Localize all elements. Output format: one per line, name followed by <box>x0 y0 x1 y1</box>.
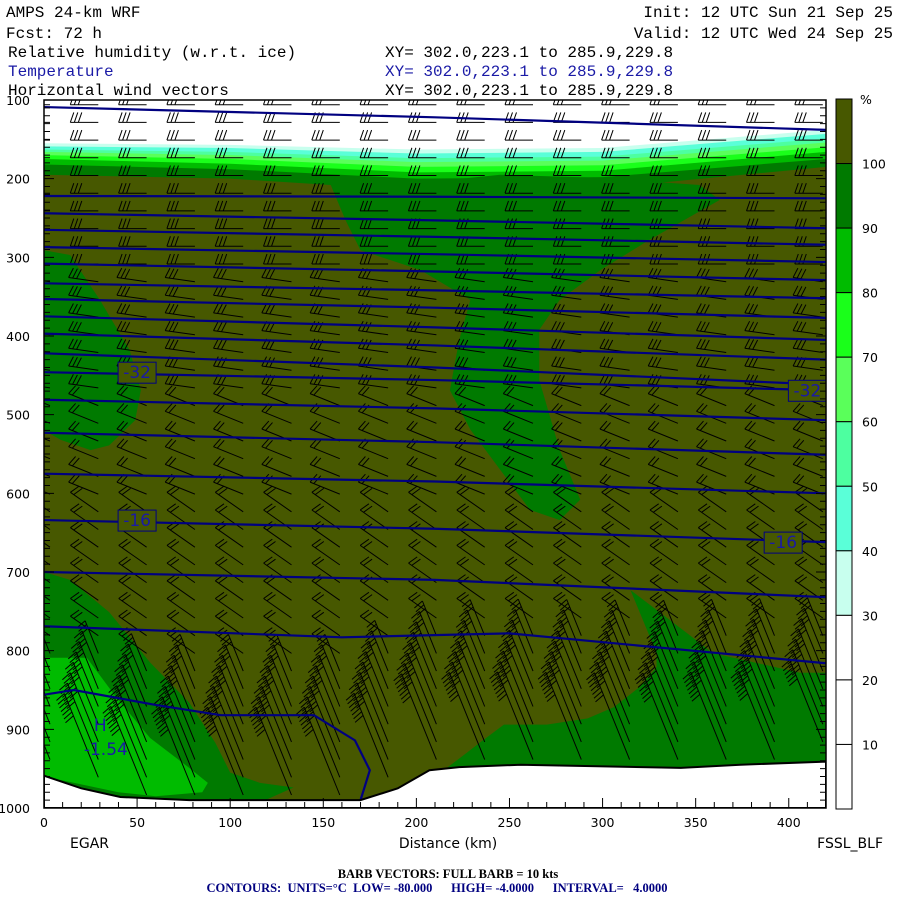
x-axis-label: Distance (km) <box>399 836 497 852</box>
barb-note: BARB VECTORS: FULL BARB = 10 kts <box>338 867 559 881</box>
extremum-value: -1.54 <box>84 740 128 760</box>
contour-label: -16 <box>123 511 151 531</box>
y-tick-label: 900 <box>6 722 30 737</box>
colorbar-label: 50 <box>862 479 878 494</box>
colorbar-segment <box>835 679 853 745</box>
colorbar: % 100 90 80 70 60 50 40 30 20 10 <box>835 92 886 810</box>
x-tick-label: 200 <box>404 815 428 830</box>
field-rh-xy: XY= 302.0,223.1 to 285.9,229.8 <box>385 44 673 62</box>
x-tick-label: 0 <box>40 815 48 830</box>
y-tick-label: 400 <box>6 329 30 344</box>
colorbar-label: 60 <box>862 415 878 430</box>
colorbar-label: 80 <box>862 286 878 301</box>
colorbar-segment <box>835 421 853 487</box>
y-tick-label: 200 <box>6 172 30 187</box>
header: AMPS 24-km WRF Fcst: 72 h Init: 12 UTC S… <box>6 4 893 100</box>
colorbar-segment <box>835 98 853 165</box>
colorbar-segment <box>835 614 853 681</box>
y-tick-label: 1000 <box>0 801 30 816</box>
colorbar-label: 40 <box>862 544 878 559</box>
start-station-label: EGAR <box>70 836 109 852</box>
x-tick-label: 250 <box>498 815 522 830</box>
y-tick-label: 100 <box>6 93 30 108</box>
field-wind-xy: XY= 302.0,223.1 to 285.9,229.8 <box>385 82 673 100</box>
init-time: Init: 12 UTC Sun 21 Sep 25 <box>643 4 893 22</box>
field-temp-xy: XY= 302.0,223.1 to 285.9,229.8 <box>385 63 673 81</box>
colorbar-label: 90 <box>862 221 878 236</box>
colorbar-label: 10 <box>862 737 878 752</box>
colorbar-label: 100 <box>862 157 886 172</box>
colorbar-segment <box>835 227 853 294</box>
x-tick-label: 350 <box>684 815 708 830</box>
end-station-label: FSSL_BLF <box>817 836 883 852</box>
x-tick-label: 300 <box>591 815 615 830</box>
colorbar-segment <box>835 356 853 423</box>
y-tick-label: 300 <box>6 250 30 265</box>
colorbar-label: 70 <box>862 350 878 365</box>
x-tick-label: 100 <box>218 815 242 830</box>
colorbar-segment <box>835 485 853 552</box>
contour-label: -16 <box>769 533 797 553</box>
plot-area: -32 -32 -16 -16 H -1.54 <box>44 100 826 808</box>
y-tick-label: 700 <box>6 565 30 580</box>
field-wind-name: Horizontal wind vectors <box>8 82 229 100</box>
x-tick-label: 400 <box>777 815 801 830</box>
contour-label: -32 <box>123 363 151 383</box>
extremum-symbol: H <box>94 716 107 736</box>
contour-label: -32 <box>793 381 821 401</box>
x-tick-label: 150 <box>311 815 335 830</box>
x-tick-label: 50 <box>129 815 145 830</box>
cross-section-chart: AMPS 24-km WRF Fcst: 72 h Init: 12 UTC S… <box>0 4 893 895</box>
colorbar-segment <box>835 743 853 810</box>
y-tick-label: 800 <box>6 644 30 659</box>
valid-time: Valid: 12 UTC Wed 24 Sep 25 <box>634 25 893 43</box>
colorbar-label: 30 <box>862 608 878 623</box>
y-tick-label: 500 <box>6 408 30 423</box>
field-temp-name: Temperature <box>8 63 114 81</box>
colorbar-segment <box>835 292 853 358</box>
colorbar-unit: % <box>860 92 872 107</box>
contour-note: CONTOURS: UNITS=°C LOW= -80.000 HIGH= -4… <box>206 881 667 895</box>
colorbar-segment <box>835 163 853 229</box>
forecast-hour: Fcst: 72 h <box>6 25 102 43</box>
y-tick-label: 600 <box>6 486 30 501</box>
field-rh-name: Relative humidity (w.r.t. ice) <box>8 44 296 62</box>
colorbar-label: 20 <box>862 673 878 688</box>
model-title: AMPS 24-km WRF <box>6 4 140 22</box>
colorbar-segment <box>835 550 853 616</box>
